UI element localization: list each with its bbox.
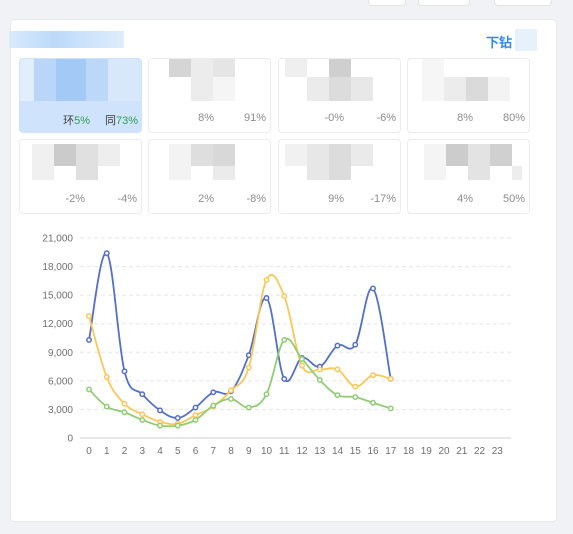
x-tick-label: 11 bbox=[279, 446, 290, 457]
data-point bbox=[299, 362, 305, 369]
series-line-1 bbox=[88, 252, 392, 419]
data-point bbox=[174, 415, 181, 421]
data-point bbox=[263, 276, 270, 283]
x-tick-label: 5 bbox=[175, 446, 181, 457]
x-tick-label: 6 bbox=[193, 446, 199, 457]
series-line-2 bbox=[88, 273, 391, 426]
data-point bbox=[334, 342, 341, 349]
data-point bbox=[121, 400, 128, 407]
data-point bbox=[86, 336, 92, 343]
data-point bbox=[157, 422, 163, 429]
data-point bbox=[86, 313, 92, 320]
data-point bbox=[139, 391, 146, 398]
y-tick-label: 9,000 bbox=[48, 348, 73, 359]
series-line-3 bbox=[88, 337, 392, 428]
data-point bbox=[370, 372, 376, 379]
x-tick-label: 19 bbox=[421, 446, 433, 457]
data-point bbox=[352, 341, 359, 348]
x-tick-label: 8 bbox=[228, 446, 234, 457]
data-point bbox=[387, 376, 394, 382]
data-point bbox=[192, 412, 199, 419]
x-tick-label: 20 bbox=[438, 446, 450, 457]
x-tick-label: 9 bbox=[246, 446, 252, 457]
data-point bbox=[139, 411, 146, 418]
data-point bbox=[192, 404, 199, 411]
y-tick-label: 3,000 bbox=[48, 405, 73, 416]
y-axis: 0 3,000 6,000 9,000 12,000 15,000 18,000 21,000 bbox=[42, 234, 73, 445]
chart-series bbox=[86, 250, 394, 429]
data-point bbox=[281, 376, 288, 382]
data-point bbox=[263, 391, 270, 398]
data-point bbox=[245, 364, 252, 371]
y-tick-label: 6,000 bbox=[48, 376, 73, 387]
x-tick-label: 13 bbox=[314, 446, 326, 457]
y-tick-label: 15,000 bbox=[42, 291, 73, 302]
data-point bbox=[245, 404, 252, 411]
data-point bbox=[299, 356, 305, 362]
data-point bbox=[281, 336, 288, 343]
data-point bbox=[86, 386, 92, 393]
data-point bbox=[210, 402, 217, 409]
data-point bbox=[387, 405, 394, 412]
x-tick-label: 10 bbox=[261, 446, 273, 457]
x-tick-label: 12 bbox=[296, 446, 308, 457]
data-point bbox=[316, 376, 323, 383]
data-point bbox=[334, 392, 341, 399]
data-point bbox=[228, 387, 234, 394]
y-tick-label: 21,000 bbox=[42, 234, 73, 245]
x-tick-label: 16 bbox=[367, 446, 379, 457]
y-tick-label: 0 bbox=[67, 434, 73, 445]
data-point bbox=[370, 285, 376, 292]
data-point bbox=[157, 407, 163, 414]
x-tick-label: 23 bbox=[492, 446, 504, 457]
x-tick-label: 17 bbox=[385, 446, 397, 457]
data-point bbox=[281, 293, 288, 300]
x-tick-label: 0 bbox=[86, 446, 92, 457]
x-tick-label: 1 bbox=[104, 446, 110, 457]
x-tick-label: 18 bbox=[403, 446, 415, 457]
x-axis: 0 1 2 3 4 5 6 7 8 9 10 11 12 13 14 15 16 17 18 19 20 21 22 23 bbox=[86, 446, 503, 457]
x-tick-label: 22 bbox=[474, 446, 486, 457]
data-point bbox=[121, 409, 128, 416]
chart-grid bbox=[80, 237, 511, 439]
y-tick-label: 18,000 bbox=[42, 262, 73, 273]
data-point bbox=[121, 368, 128, 375]
x-tick-label: 4 bbox=[157, 446, 163, 457]
data-point bbox=[245, 352, 252, 359]
data-point bbox=[139, 416, 146, 423]
data-point bbox=[370, 399, 376, 406]
data-point bbox=[174, 422, 181, 429]
x-tick-label: 21 bbox=[456, 446, 468, 457]
data-point bbox=[103, 250, 110, 257]
data-point bbox=[263, 295, 270, 301]
x-tick-label: 15 bbox=[350, 446, 362, 457]
data-point bbox=[103, 403, 110, 410]
data-point bbox=[228, 396, 234, 402]
x-tick-label: 14 bbox=[332, 446, 344, 457]
data-point bbox=[352, 394, 359, 400]
y-tick-label: 12,000 bbox=[42, 319, 73, 330]
data-point bbox=[334, 366, 341, 373]
data-point bbox=[192, 416, 199, 423]
data-point bbox=[103, 374, 110, 380]
x-tick-label: 2 bbox=[122, 446, 128, 457]
data-point bbox=[210, 389, 217, 396]
data-point bbox=[316, 366, 323, 373]
hourly-line-chart: 0 3,000 6,000 9,000 12,000 15,000 18,000 21,000… bbox=[42, 234, 511, 457]
x-tick-label: 7 bbox=[210, 446, 216, 457]
x-tick-label: 3 bbox=[139, 446, 145, 457]
data-point bbox=[352, 383, 359, 390]
